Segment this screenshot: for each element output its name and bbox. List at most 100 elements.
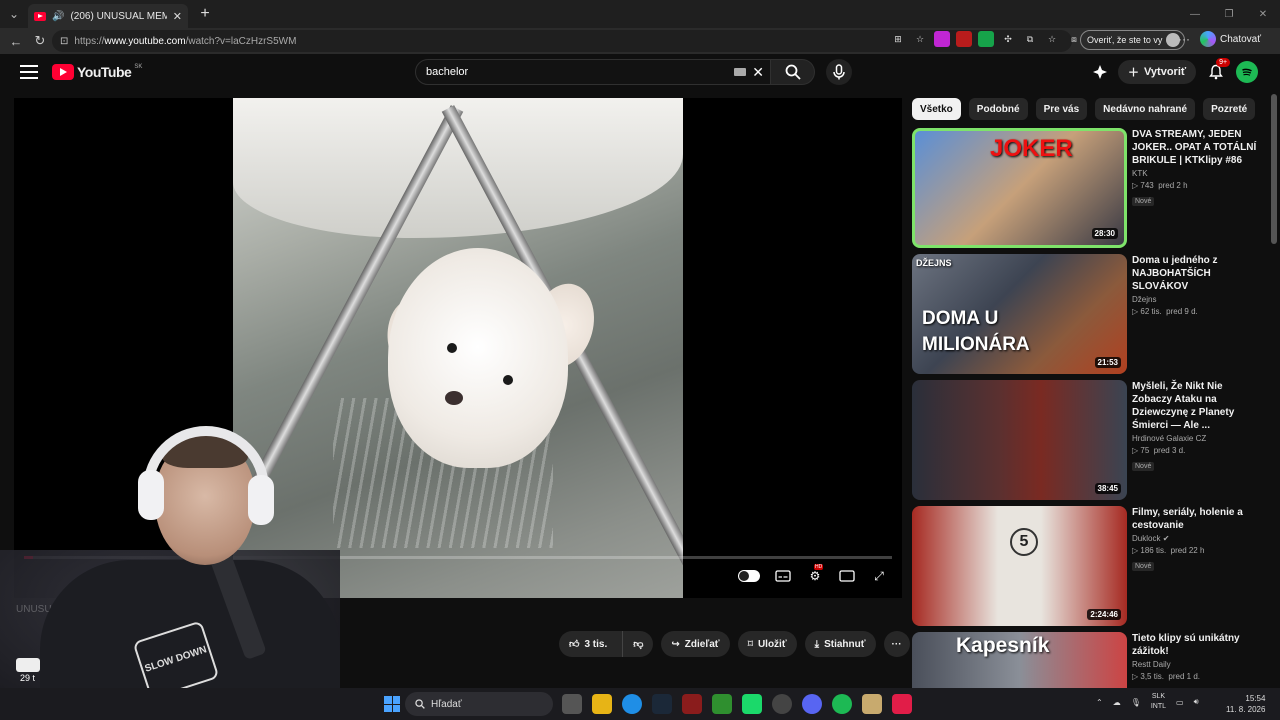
youtube-logo[interactable]: YouTube SK [52,64,142,80]
riot-icon[interactable] [892,694,912,714]
shield-extension-icon[interactable] [934,31,950,47]
url-scheme: https:// [74,35,105,47]
page-scrollbar[interactable] [1268,54,1280,688]
fullscreen-icon[interactable]: ⤢ [870,568,888,584]
video-title[interactable]: Doma u jedného z NAJBOHATŠÍCH SLOVÁKOV [1132,254,1262,293]
network-icon[interactable]: ▭ [1176,698,1184,707]
video-thumbnail[interactable]: DŽEJNS DOMA U MILIONÁRA 21:53 [912,254,1127,374]
league-client-icon[interactable] [862,694,882,714]
browser-tab-youtube[interactable]: 🔊 (206) UNUSUAL MEMES COM ✕ [28,4,188,28]
create-button[interactable]: ＋ Vytvoriť [1118,60,1197,84]
close-window-icon[interactable]: ✕ [1246,0,1280,28]
close-tab-icon[interactable]: ✕ [173,10,182,23]
video-title[interactable]: Filmy, seriály, holenie a cestovanie [1132,506,1262,532]
thumbnail-text: DOMA U MILIONÁRA [922,308,1030,355]
theater-mode-icon[interactable] [838,568,856,584]
edge-browser-icon[interactable] [622,694,642,714]
channel-name[interactable]: Duklock ✔ [1132,534,1262,543]
clear-search-icon[interactable]: ✕ [752,64,764,81]
channel-name[interactable]: Restt Daily [1132,660,1262,669]
copilot-chat-button[interactable]: Chatovať [1200,31,1261,47]
settings-gear-icon[interactable]: ⚙ HD [806,564,824,584]
cloud-icon[interactable]: ☁ [1113,698,1121,707]
notifications-button[interactable]: 9+ [1206,58,1231,82]
chip-watched[interactable]: Pozreté [1203,98,1256,120]
windows-start-icon[interactable] [384,696,400,712]
game-app-icon[interactable] [682,694,702,714]
autoplay-toggle[interactable] [738,570,760,582]
thumbnail-fragment [16,658,40,672]
volume-icon[interactable]: 🔊︎ [1194,697,1199,707]
channel-name[interactable]: KTK [1132,169,1262,178]
taskbar-clock[interactable]: 15:54 11. 8. 2026 [1226,693,1265,715]
search-button[interactable] [771,59,815,85]
site-info-icon[interactable]: ⊡ [60,36,68,47]
video-thumbnail[interactable]: Kapesník [912,632,1127,688]
video-title[interactable]: Tieto klipy sú unikátny zážitok! [1132,632,1262,658]
channel-name[interactable]: Hrdinové Galaxie CZ [1132,434,1262,443]
verify-profile-button[interactable]: Overiť, že ste to vy [1080,30,1186,50]
discord-icon[interactable] [802,694,822,714]
tray-overflow-icon[interactable]: ⌃ [1096,698,1103,707]
video-thumbnail[interactable]: 5 2:24:46 [912,506,1127,626]
voice-search-button[interactable] [826,59,852,85]
related-video[interactable]: JOKER 28:30 DVA STREAMY, JEDEN JOKER.. O… [912,128,1268,248]
green-app-icon[interactable] [742,694,762,714]
video-duration: 38:45 [1094,483,1121,494]
spotify-icon[interactable] [832,694,852,714]
app-available-icon[interactable]: ⊞ [890,31,906,47]
chip-recently-uploaded[interactable]: Nedávno nahrané [1095,98,1196,120]
file-explorer-icon[interactable] [592,694,612,714]
new-badge: Nové [1132,562,1155,571]
extensions-puzzle-icon[interactable]: ✣ [1000,31,1016,47]
like-button[interactable]: 👍︎ 3 tis. [559,631,623,657]
chip-for-you[interactable]: Pre vás [1035,98,1088,120]
favorite-star-icon[interactable]: ☆ [912,31,928,47]
keyboard-language[interactable]: SLK INTL [1151,692,1166,712]
minimize-icon[interactable]: — [1178,0,1212,28]
related-video[interactable]: 38:45 Myšleli, Že Nikt Nie Zobaczy Ataku… [912,380,1268,500]
download-button[interactable]: ⤓ Stiahnuť [804,631,876,657]
favorites-icon[interactable]: ☆ [1044,31,1060,47]
menu-hamburger-icon[interactable] [20,65,38,79]
chrome-icon[interactable] [772,694,792,714]
sparkle-extension-icon[interactable] [1092,64,1108,80]
chip-all[interactable]: Všetko [912,98,961,120]
channel-name[interactable]: Džejns [1132,295,1262,304]
steam-icon[interactable] [652,694,672,714]
verified-check-icon: ✔ [1162,534,1170,543]
task-view-icon[interactable] [562,694,582,714]
maximize-icon[interactable]: ❐ [1212,0,1246,28]
scrollbar-thumb[interactable] [1271,94,1277,244]
reload-icon[interactable]: ↻ [28,29,52,53]
share-button[interactable]: ↪ Zdieľať [661,631,730,657]
taskbar-search[interactable]: Hľadať [405,692,553,716]
search-input[interactable]: bachelor ✕ [415,59,771,85]
keyboard-icon[interactable] [734,68,746,76]
video-title[interactable]: Myšleli, Že Nikt Nie Zobaczy Ataku na Dz… [1132,380,1262,432]
new-tab-button[interactable]: + [192,2,218,26]
extension-red-icon[interactable] [956,31,972,47]
split-screen-icon[interactable]: ⧉ [1022,31,1038,47]
speaker-icon[interactable]: 🔊 [52,11,64,22]
back-icon[interactable]: ← [4,29,28,53]
extension-green-icon[interactable] [978,31,994,47]
account-avatar[interactable] [1236,61,1259,83]
save-button[interactable]: ⌑ Uložiť [737,631,797,657]
more-actions-button[interactable]: ··· [883,631,910,657]
tab-list-button[interactable]: ⌄ [0,0,28,28]
related-video[interactable]: DŽEJNS DOMA U MILIONÁRA 21:53 Doma u jed… [912,254,1268,374]
related-video[interactable]: Kapesník Tieto klipy sú unikátny zážitok… [912,632,1268,688]
subtitles-icon[interactable] [774,568,792,584]
video-title[interactable]: DVA STREAMY, JEDEN JOKER.. OPAT A TOTÁLN… [1132,128,1262,167]
video-thumbnail[interactable]: 38:45 [912,380,1127,500]
browser-menu-icon[interactable]: ··· [1178,32,1190,46]
launcher-icon[interactable] [712,694,732,714]
video-thumbnail[interactable]: JOKER 28:30 [912,128,1127,248]
mic-icon[interactable]: 🎙︎ [1131,698,1141,707]
dislike-button[interactable]: 👎︎ [622,631,654,657]
thumbs-down-icon: 👎︎ [633,639,644,650]
chip-related[interactable]: Podobné [968,98,1028,120]
related-video[interactable]: 5 2:24:46 Filmy, seriály, holenie a cest… [912,506,1268,626]
view-count: 743 [1140,181,1154,190]
